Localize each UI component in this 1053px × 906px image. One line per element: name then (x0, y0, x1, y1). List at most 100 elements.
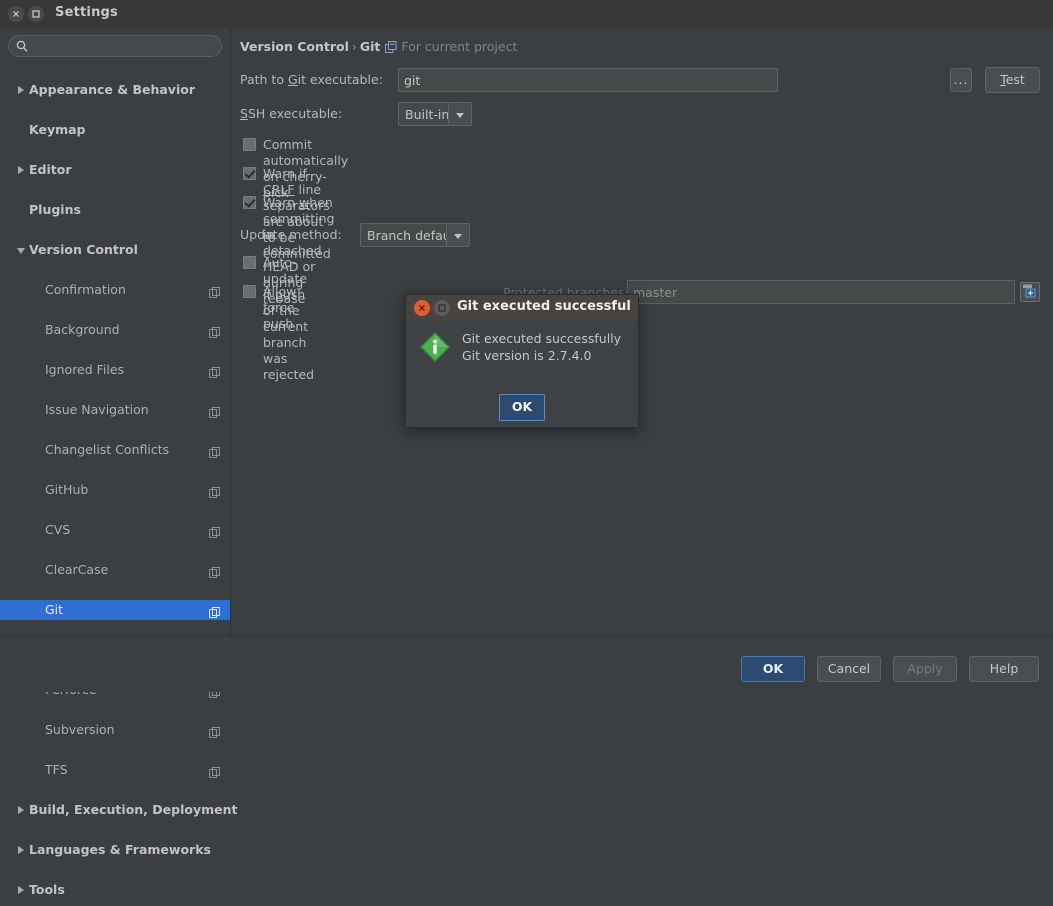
config-scope-icon (209, 324, 220, 344)
sidebar-item-label: Appearance & Behavior (29, 82, 195, 97)
maximize-icon[interactable] (434, 300, 450, 316)
chevron-right-icon[interactable] (16, 880, 26, 900)
browse-button[interactable]: ... (950, 68, 972, 92)
ssh-label: SSH executable: (240, 106, 342, 128)
sidebar-item-label: Build, Execution, Deployment (29, 802, 238, 817)
dialog-title: Git executed successful (457, 299, 631, 314)
chevron-right-icon[interactable] (16, 80, 26, 100)
chevron-right-icon[interactable] (16, 840, 26, 860)
ssh-label-text: SSH executable: (240, 106, 343, 121)
sidebar-item-label: Git (45, 602, 64, 617)
sidebar-item-label: Version Control (29, 242, 138, 257)
config-scope-icon (209, 484, 220, 504)
path-label: Path to Git executable: (240, 72, 383, 94)
git-executable-input[interactable] (398, 68, 778, 92)
ok-button[interactable]: OK (741, 656, 805, 682)
breadcrumb-scope-label: For current project (401, 39, 518, 54)
config-scope-icon (209, 604, 220, 624)
chevron-down-icon[interactable] (448, 103, 471, 125)
update-method-label-text: Update method: (240, 227, 342, 242)
sidebar-item-label: Keymap (29, 122, 86, 137)
window-titlebar: Settings (0, 0, 1053, 29)
checkbox-auto-update[interactable] (243, 256, 256, 269)
dialog-message: Git executed successfully Git version is… (462, 330, 621, 364)
config-scope-icon (209, 444, 220, 464)
dialog-body: Git executed successfully Git version is… (406, 321, 638, 427)
apply-button[interactable]: Apply (893, 656, 957, 682)
sidebar-item-editor[interactable]: Editor (0, 160, 230, 180)
checkbox-crlf-warn[interactable] (243, 167, 256, 180)
dialog-button-bar: OK Cancel Apply Help (0, 635, 1053, 692)
sidebar-item-label: CVS (45, 522, 71, 537)
dialog-ok-button[interactable]: OK (499, 394, 545, 421)
chevron-right-icon[interactable] (16, 160, 26, 180)
sidebar-item-label: Issue Navigation (45, 402, 149, 417)
search-input[interactable] (35, 38, 219, 57)
help-button[interactable]: Help (969, 656, 1039, 682)
sidebar-item-clearcase[interactable]: ClearCase (0, 560, 230, 580)
config-scope-icon (209, 724, 220, 744)
checkbox-cherry-pick[interactable] (243, 138, 256, 151)
sidebar-item-label: Changelist Conflicts (45, 442, 170, 457)
close-icon[interactable] (414, 300, 430, 316)
config-scope-icon (209, 764, 220, 784)
update-method-label: Update method: (240, 227, 342, 249)
path-label-text: Path to Git executable: (240, 72, 383, 87)
sidebar-item-keymap[interactable]: Keymap (0, 120, 230, 140)
dialog-message-line1: Git executed successfully (462, 331, 622, 346)
breadcrumb-current: Git (359, 39, 381, 54)
search-box[interactable] (8, 35, 222, 57)
breadcrumb-separator: › (351, 39, 357, 54)
chevron-down-icon[interactable] (16, 240, 26, 260)
sidebar-item-label: Editor (29, 162, 72, 177)
sidebar-item-confirmation[interactable]: Confirmation (0, 280, 230, 300)
test-button[interactable]: Test (985, 67, 1040, 93)
sidebar-item-issue-navigation[interactable]: Issue Navigation (0, 400, 230, 420)
protected-branches-input[interactable] (627, 280, 1015, 304)
sidebar-item-build-execution-deployment[interactable]: Build, Execution, Deployment (0, 800, 237, 820)
cancel-button[interactable]: Cancel (817, 656, 881, 682)
sidebar-item-label: Tools (29, 882, 65, 897)
sidebar-item-github[interactable]: GitHub (0, 480, 230, 500)
git-result-dialog: Git executed successful Git executed suc… (405, 294, 639, 428)
breadcrumb-root[interactable]: Version Control (240, 39, 349, 54)
chevron-right-icon[interactable] (16, 800, 26, 820)
sidebar-item-label: TFS (45, 762, 68, 777)
dialog-message-line2: Git version is 2.7.4.0 (462, 348, 592, 363)
update-method-combo[interactable]: Branch default (360, 223, 470, 247)
sidebar-item-subversion[interactable]: Subversion (0, 720, 230, 740)
ssh-executable-combo[interactable]: Built-in (398, 102, 472, 126)
close-icon[interactable] (8, 6, 24, 22)
checkbox-detached-head-warn[interactable] (243, 196, 256, 209)
chevron-down-icon[interactable] (446, 224, 469, 246)
ssh-executable-value: Built-in (405, 107, 450, 122)
config-scope-icon (209, 364, 220, 384)
checkbox-force-push[interactable] (243, 285, 256, 298)
breadcrumb: Version Control › Git For current project (240, 39, 517, 54)
sidebar-item-appearance-behavior[interactable]: Appearance & Behavior (0, 80, 230, 100)
sidebar-item-label: GitHub (45, 482, 89, 497)
project-scope-icon (385, 41, 397, 56)
sidebar-item-label: ClearCase (45, 562, 109, 577)
settings-window: Settings Appearance & Behavior Keymap Ed… (0, 0, 1053, 897)
sidebar-item-tfs[interactable]: TFS (0, 760, 230, 780)
sidebar-item-tools[interactable]: Tools (0, 880, 230, 900)
config-scope-icon (209, 524, 220, 544)
sidebar-item-git[interactable]: Git (0, 600, 230, 620)
sidebar-item-changelist-conflicts[interactable]: Changelist Conflicts (0, 440, 230, 460)
sidebar-item-languages-frameworks[interactable]: Languages & Frameworks (0, 840, 230, 860)
add-entry-icon[interactable] (1020, 282, 1040, 302)
sidebar-item-version-control[interactable]: Version Control (0, 240, 230, 260)
sidebar-item-cvs[interactable]: CVS (0, 520, 230, 540)
checkbox-label: Allow force push (263, 284, 297, 331)
info-icon (419, 331, 451, 366)
sidebar-item-plugins[interactable]: Plugins (0, 200, 230, 220)
maximize-icon[interactable] (28, 6, 44, 22)
sidebar-item-ignored-files[interactable]: Ignored Files (0, 360, 230, 380)
sidebar-item-label: Ignored Files (45, 362, 125, 377)
sidebar-item-label: Subversion (45, 722, 115, 737)
search-icon (16, 40, 28, 52)
dialog-titlebar: Git executed successful (406, 295, 638, 321)
settings-sidebar: Appearance & Behavior Keymap Editor Plug… (0, 28, 237, 897)
sidebar-item-background[interactable]: Background (0, 320, 230, 340)
